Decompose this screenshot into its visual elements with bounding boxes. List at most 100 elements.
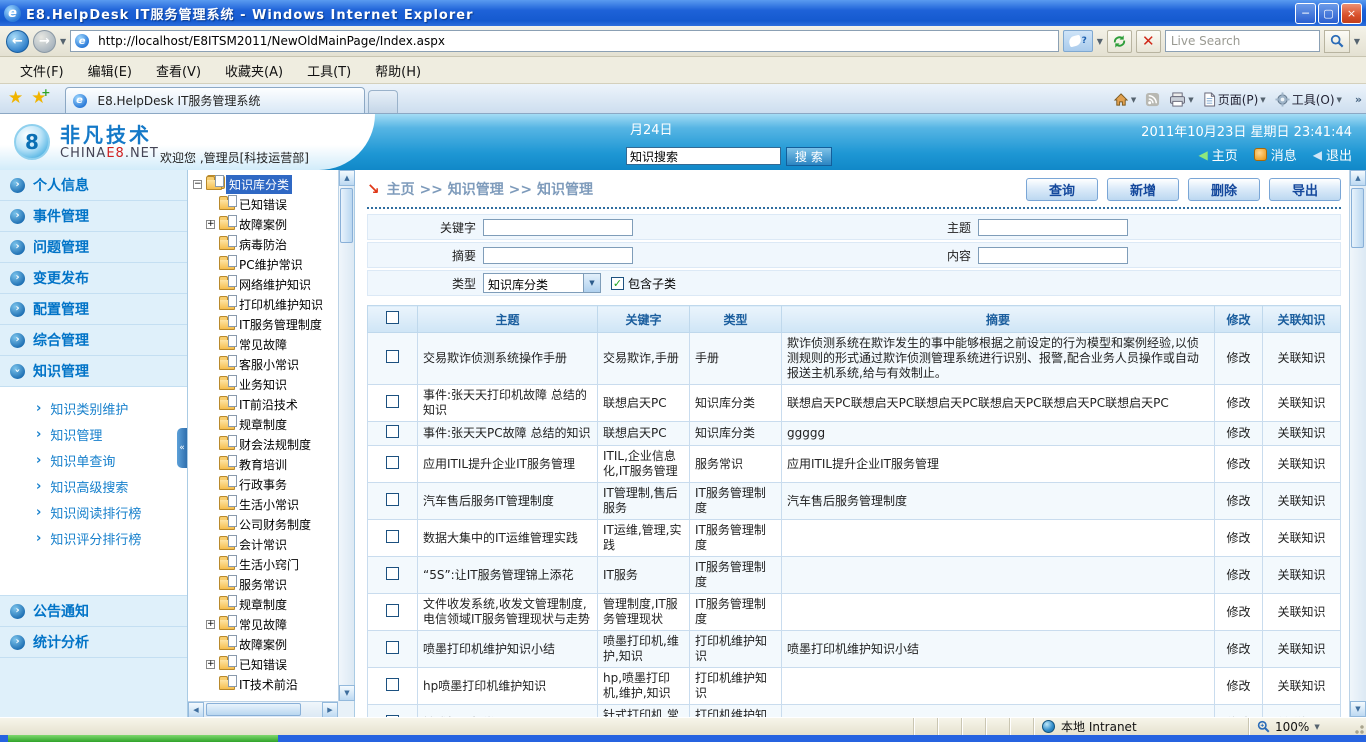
- sidebar-section[interactable]: › 事件管理: [0, 201, 187, 232]
- expand-box-icon[interactable]: +: [206, 220, 215, 229]
- row-checkbox[interactable]: [386, 641, 399, 654]
- sidebar-section[interactable]: › 公告通知: [0, 596, 187, 627]
- action-button[interactable]: 查询: [1026, 178, 1098, 201]
- edit-link[interactable]: 修改: [1215, 668, 1263, 705]
- knowledge-search-button[interactable]: 搜 索: [786, 147, 832, 166]
- action-button[interactable]: 新增: [1107, 178, 1179, 201]
- menu-item[interactable]: 收藏夹(A): [215, 58, 293, 83]
- row-subject[interactable]: 文件收发系统,收发文管理制度,电信领域IT服务管理现状与走势: [418, 594, 598, 631]
- collapse-box-icon[interactable]: −: [193, 180, 202, 189]
- tree-node[interactable]: + 教育培训: [193, 454, 338, 474]
- row-subject[interactable]: 应用ITIL提升企业IT服务管理: [418, 446, 598, 483]
- type-select[interactable]: 知识库分类 ▼: [483, 273, 601, 293]
- related-knowledge-link[interactable]: 关联知识: [1263, 333, 1341, 385]
- tree-horizontal-scrollbar[interactable]: ◀ ▶: [188, 701, 338, 717]
- content-input[interactable]: [978, 247, 1128, 264]
- tree-node[interactable]: + IT服务管理制度: [193, 314, 338, 334]
- sidebar-section[interactable]: › 问题管理: [0, 232, 187, 263]
- add-favorite-icon[interactable]: ★: [31, 88, 46, 108]
- knowledge-search-input[interactable]: [626, 147, 781, 165]
- tools-menu-button[interactable]: 工具(O) ▼: [1275, 91, 1342, 108]
- scroll-left-icon[interactable]: ◀: [188, 702, 204, 718]
- live-search-box[interactable]: Live Search: [1165, 30, 1320, 52]
- sidebar-section-knowledge[interactable]: › 知识管理: [0, 356, 187, 387]
- row-checkbox[interactable]: [386, 530, 399, 543]
- history-dropdown-icon[interactable]: ▼: [60, 37, 66, 46]
- sidebar-section[interactable]: › 变更发布: [0, 263, 187, 294]
- browser-tab[interactable]: e E8.HelpDesk IT服务管理系统: [65, 87, 365, 113]
- new-tab-button[interactable]: [368, 90, 398, 113]
- scroll-up-icon[interactable]: ▲: [1350, 170, 1366, 186]
- related-knowledge-link[interactable]: 关联知识: [1263, 668, 1341, 705]
- tree-node[interactable]: + PC维护常识: [193, 254, 338, 274]
- edit-link[interactable]: 修改: [1215, 631, 1263, 668]
- edit-link[interactable]: 修改: [1215, 422, 1263, 446]
- print-button[interactable]: ▼: [1169, 92, 1193, 107]
- menu-item[interactable]: 工具(T): [297, 58, 361, 83]
- search-go-button[interactable]: [1324, 30, 1350, 53]
- edit-link[interactable]: 修改: [1215, 385, 1263, 422]
- tree-node[interactable]: + 行政事务: [193, 474, 338, 494]
- subject-input[interactable]: [978, 219, 1128, 236]
- refresh-button[interactable]: [1107, 30, 1132, 53]
- sidebar-collapse-handle[interactable]: «: [177, 428, 187, 468]
- sidebar-submenu-item[interactable]: › 知识评分排行榜: [0, 525, 187, 551]
- sidebar-section[interactable]: › 统计分析: [0, 627, 187, 658]
- row-checkbox[interactable]: [386, 425, 399, 438]
- sidebar-submenu-item[interactable]: › 知识管理: [0, 421, 187, 447]
- tree-node[interactable]: + 生活小窍门: [193, 554, 338, 574]
- row-subject[interactable]: 事件:张天天PC故障 总结的知识: [418, 422, 598, 446]
- row-checkbox[interactable]: [386, 456, 399, 469]
- row-subject[interactable]: 事件:张天天打印机故障 总结的知识: [418, 385, 598, 422]
- menu-item[interactable]: 文件(F): [10, 58, 74, 83]
- scroll-right-icon[interactable]: ▶: [322, 702, 338, 718]
- row-checkbox[interactable]: [386, 678, 399, 691]
- tree-node[interactable]: + 会计常识: [193, 534, 338, 554]
- tree-node[interactable]: + IT前沿技术: [193, 394, 338, 414]
- tree-node[interactable]: + 生活小常识: [193, 494, 338, 514]
- row-subject[interactable]: 数据大集中的IT运维管理实践: [418, 520, 598, 557]
- tree-node[interactable]: + 故障案例: [193, 634, 338, 654]
- related-knowledge-link[interactable]: 关联知识: [1263, 385, 1341, 422]
- tree-node[interactable]: + IT技术前沿: [193, 674, 338, 694]
- sidebar-section[interactable]: › 配置管理: [0, 294, 187, 325]
- sidebar-section[interactable]: › 综合管理: [0, 325, 187, 356]
- related-knowledge-link[interactable]: 关联知识: [1263, 446, 1341, 483]
- tree-node[interactable]: + 客服小常识: [193, 354, 338, 374]
- row-checkbox[interactable]: [386, 493, 399, 506]
- edit-link[interactable]: 修改: [1215, 557, 1263, 594]
- related-knowledge-link[interactable]: 关联知识: [1263, 483, 1341, 520]
- toolbar-overflow-icon[interactable]: »: [1355, 93, 1362, 106]
- feeds-button[interactable]: [1145, 92, 1160, 107]
- menu-item[interactable]: 帮助(H): [365, 58, 431, 83]
- related-knowledge-link[interactable]: 关联知识: [1263, 520, 1341, 557]
- tree-node[interactable]: + 网络维护知识: [193, 274, 338, 294]
- edit-link[interactable]: 修改: [1215, 446, 1263, 483]
- edit-link[interactable]: 修改: [1215, 483, 1263, 520]
- tree-root-node[interactable]: − 知识库分类: [193, 174, 338, 194]
- tree-node[interactable]: + 已知错误: [193, 194, 338, 214]
- row-subject[interactable]: 汽车售后服务IT管理制度: [418, 483, 598, 520]
- tree-node[interactable]: + 服务常识: [193, 574, 338, 594]
- related-knowledge-link[interactable]: 关联知识: [1263, 631, 1341, 668]
- related-knowledge-link[interactable]: 关联知识: [1263, 594, 1341, 631]
- row-subject[interactable]: 喷墨打印机维护知识小结: [418, 631, 598, 668]
- row-subject[interactable]: hp喷墨打印机维护知识: [418, 668, 598, 705]
- scroll-down-icon[interactable]: ▼: [339, 685, 355, 701]
- tree-node[interactable]: + 病毒防治: [193, 234, 338, 254]
- url-input[interactable]: [98, 34, 1054, 48]
- addon-icon[interactable]: ?: [1063, 30, 1093, 52]
- edit-link[interactable]: 修改: [1215, 333, 1263, 385]
- sidebar-submenu-item[interactable]: › 知识高级搜索: [0, 473, 187, 499]
- maximize-button[interactable]: ▢: [1318, 3, 1339, 24]
- tree-node[interactable]: + 业务知识: [193, 374, 338, 394]
- action-button[interactable]: 删除: [1188, 178, 1260, 201]
- related-knowledge-link[interactable]: 关联知识: [1263, 422, 1341, 446]
- nav-logout-link[interactable]: ◀退出: [1313, 145, 1352, 164]
- summary-input[interactable]: [483, 247, 633, 264]
- edit-link[interactable]: 修改: [1215, 520, 1263, 557]
- sidebar-submenu-item[interactable]: › 知识单查询: [0, 447, 187, 473]
- stop-button[interactable]: ✕: [1136, 30, 1161, 53]
- tree-node[interactable]: + 常见故障: [193, 334, 338, 354]
- tree-vertical-scrollbar[interactable]: ▲ ▼: [338, 170, 354, 701]
